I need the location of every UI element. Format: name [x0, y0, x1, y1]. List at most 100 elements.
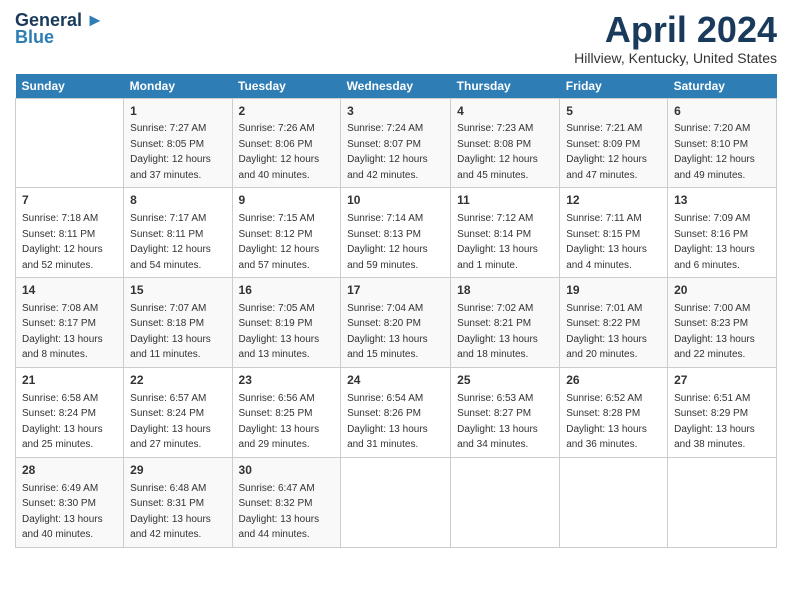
table-row: 6 Sunrise: 7:20 AMSunset: 8:10 PMDaylight…	[668, 98, 777, 188]
cell-info: Sunrise: 7:09 AMSunset: 8:16 PMDaylight:…	[674, 213, 755, 271]
col-friday: Friday	[560, 74, 668, 99]
table-row	[668, 457, 777, 547]
day-number: 1	[130, 103, 225, 120]
col-tuesday: Tuesday	[232, 74, 341, 99]
cell-info: Sunrise: 7:20 AMSunset: 8:10 PMDaylight:…	[674, 123, 755, 181]
day-number: 6	[674, 103, 770, 120]
table-row: 3 Sunrise: 7:24 AMSunset: 8:07 PMDaylight…	[341, 98, 451, 188]
cell-info: Sunrise: 6:56 AMSunset: 8:25 PMDaylight:…	[239, 393, 320, 451]
day-number: 17	[347, 282, 444, 299]
calendar-table: Sunday Monday Tuesday Wednesday Thursday…	[15, 74, 777, 548]
cell-info: Sunrise: 7:08 AMSunset: 8:17 PMDaylight:…	[22, 303, 103, 361]
table-row: 22 Sunrise: 6:57 AMSunset: 8:24 PMDayligh…	[124, 367, 232, 457]
logo-blue-text: Blue	[15, 27, 54, 48]
calendar-week-row: 21 Sunrise: 6:58 AMSunset: 8:24 PMDayligh…	[16, 367, 777, 457]
col-saturday: Saturday	[668, 74, 777, 99]
table-row	[341, 457, 451, 547]
page-title: April 2024	[574, 10, 777, 50]
day-number: 4	[457, 103, 553, 120]
table-row: 13 Sunrise: 7:09 AMSunset: 8:16 PMDayligh…	[668, 188, 777, 278]
day-number: 2	[239, 103, 335, 120]
table-row: 25Sunrise: 6:53 AMSunset: 8:27 PMDayligh…	[451, 367, 560, 457]
table-row	[451, 457, 560, 547]
day-number: 24	[347, 372, 444, 389]
table-row: 14 Sunrise: 7:08 AMSunset: 8:17 PMDayligh…	[16, 278, 124, 368]
cell-info: Sunrise: 6:52 AMSunset: 8:28 PMDaylight:…	[566, 393, 647, 451]
day-number: 7	[22, 192, 117, 209]
day-number: 18	[457, 282, 553, 299]
cell-info: Sunrise: 7:24 AMSunset: 8:07 PMDaylight:…	[347, 123, 428, 181]
day-number: 3	[347, 103, 444, 120]
col-monday: Monday	[124, 74, 232, 99]
day-number: 20	[674, 282, 770, 299]
cell-info: Sunrise: 7:17 AMSunset: 8:11 PMDaylight:…	[130, 213, 211, 271]
table-row: 5 Sunrise: 7:21 AMSunset: 8:09 PMDaylight…	[560, 98, 668, 188]
cell-info: Sunrise: 7:14 AMSunset: 8:13 PMDaylight:…	[347, 213, 428, 271]
cell-info: Sunrise: 7:05 AMSunset: 8:19 PMDaylight:…	[239, 303, 320, 361]
table-row: 12Sunrise: 7:11 AMSunset: 8:15 PMDayligh…	[560, 188, 668, 278]
day-number: 25	[457, 372, 553, 389]
day-number: 28	[22, 462, 117, 479]
cell-info: Sunrise: 6:57 AMSunset: 8:24 PMDaylight:…	[130, 393, 211, 451]
cell-info: Sunrise: 7:27 AMSunset: 8:05 PMDaylight:…	[130, 123, 211, 181]
day-number: 21	[22, 372, 117, 389]
day-number: 29	[130, 462, 225, 479]
cell-info: Sunrise: 6:58 AMSunset: 8:24 PMDaylight:…	[22, 393, 103, 451]
day-number: 12	[566, 192, 661, 209]
cell-info: Sunrise: 7:04 AMSunset: 8:20 PMDaylight:…	[347, 303, 428, 361]
header-row: Sunday Monday Tuesday Wednesday Thursday…	[16, 74, 777, 99]
table-row: 29 Sunrise: 6:48 AMSunset: 8:31 PMDayligh…	[124, 457, 232, 547]
cell-info: Sunrise: 6:49 AMSunset: 8:30 PMDaylight:…	[22, 483, 103, 541]
cell-info: Sunrise: 7:26 AMSunset: 8:06 PMDaylight:…	[239, 123, 320, 181]
cell-info: Sunrise: 6:48 AMSunset: 8:31 PMDaylight:…	[130, 483, 211, 541]
table-row: 8 Sunrise: 7:17 AMSunset: 8:11 PMDaylight…	[124, 188, 232, 278]
cell-info: Sunrise: 7:07 AMSunset: 8:18 PMDaylight:…	[130, 303, 211, 361]
logo: General ► Blue	[15, 10, 104, 48]
cell-info: Sunrise: 7:12 AMSunset: 8:14 PMDaylight:…	[457, 213, 538, 271]
table-row: 16 Sunrise: 7:05 AMSunset: 8:19 PMDayligh…	[232, 278, 341, 368]
cell-info: Sunrise: 6:47 AMSunset: 8:32 PMDaylight:…	[239, 483, 320, 541]
day-number: 19	[566, 282, 661, 299]
col-wednesday: Wednesday	[341, 74, 451, 99]
table-row: 30Sunrise: 6:47 AMSunset: 8:32 PMDayligh…	[232, 457, 341, 547]
table-row: 20 Sunrise: 7:00 AMSunset: 8:23 PMDayligh…	[668, 278, 777, 368]
table-row: 2 Sunrise: 7:26 AMSunset: 8:06 PMDaylight…	[232, 98, 341, 188]
day-number: 10	[347, 192, 444, 209]
day-number: 15	[130, 282, 225, 299]
calendar-week-row: 1 Sunrise: 7:27 AMSunset: 8:05 PMDaylight…	[16, 98, 777, 188]
day-number: 23	[239, 372, 335, 389]
day-number: 27	[674, 372, 770, 389]
table-row: 1 Sunrise: 7:27 AMSunset: 8:05 PMDaylight…	[124, 98, 232, 188]
table-row	[560, 457, 668, 547]
cell-info: Sunrise: 7:02 AMSunset: 8:21 PMDaylight:…	[457, 303, 538, 361]
table-row: 10 Sunrise: 7:14 AMSunset: 8:13 PMDayligh…	[341, 188, 451, 278]
cell-info: Sunrise: 7:00 AMSunset: 8:23 PMDaylight:…	[674, 303, 755, 361]
day-number: 13	[674, 192, 770, 209]
logo-arrow-icon: ►	[86, 10, 104, 31]
cell-info: Sunrise: 7:23 AMSunset: 8:08 PMDaylight:…	[457, 123, 538, 181]
cell-info: Sunrise: 7:18 AMSunset: 8:11 PMDaylight:…	[22, 213, 103, 271]
table-row: 27 Sunrise: 6:51 AMSunset: 8:29 PMDayligh…	[668, 367, 777, 457]
table-row	[16, 98, 124, 188]
page-subtitle: Hillview, Kentucky, United States	[574, 50, 777, 66]
table-row: 21 Sunrise: 6:58 AMSunset: 8:24 PMDayligh…	[16, 367, 124, 457]
day-number: 22	[130, 372, 225, 389]
cell-info: Sunrise: 6:51 AMSunset: 8:29 PMDaylight:…	[674, 393, 755, 451]
col-thursday: Thursday	[451, 74, 560, 99]
table-row: 9Sunrise: 7:15 AMSunset: 8:12 PMDaylight…	[232, 188, 341, 278]
day-number: 26	[566, 372, 661, 389]
day-number: 14	[22, 282, 117, 299]
col-sunday: Sunday	[16, 74, 124, 99]
table-row: 4 Sunrise: 7:23 AMSunset: 8:08 PMDaylight…	[451, 98, 560, 188]
cell-info: Sunrise: 7:21 AMSunset: 8:09 PMDaylight:…	[566, 123, 647, 181]
header: General ► Blue April 2024 Hillview, Kent…	[15, 10, 777, 66]
calendar-week-row: 14 Sunrise: 7:08 AMSunset: 8:17 PMDayligh…	[16, 278, 777, 368]
day-number: 9	[239, 192, 335, 209]
day-number: 5	[566, 103, 661, 120]
table-row: 26 Sunrise: 6:52 AMSunset: 8:28 PMDayligh…	[560, 367, 668, 457]
day-number: 11	[457, 192, 553, 209]
day-number: 8	[130, 192, 225, 209]
title-area: April 2024 Hillview, Kentucky, United St…	[574, 10, 777, 66]
calendar-week-row: 28 Sunrise: 6:49 AMSunset: 8:30 PMDayligh…	[16, 457, 777, 547]
day-number: 16	[239, 282, 335, 299]
